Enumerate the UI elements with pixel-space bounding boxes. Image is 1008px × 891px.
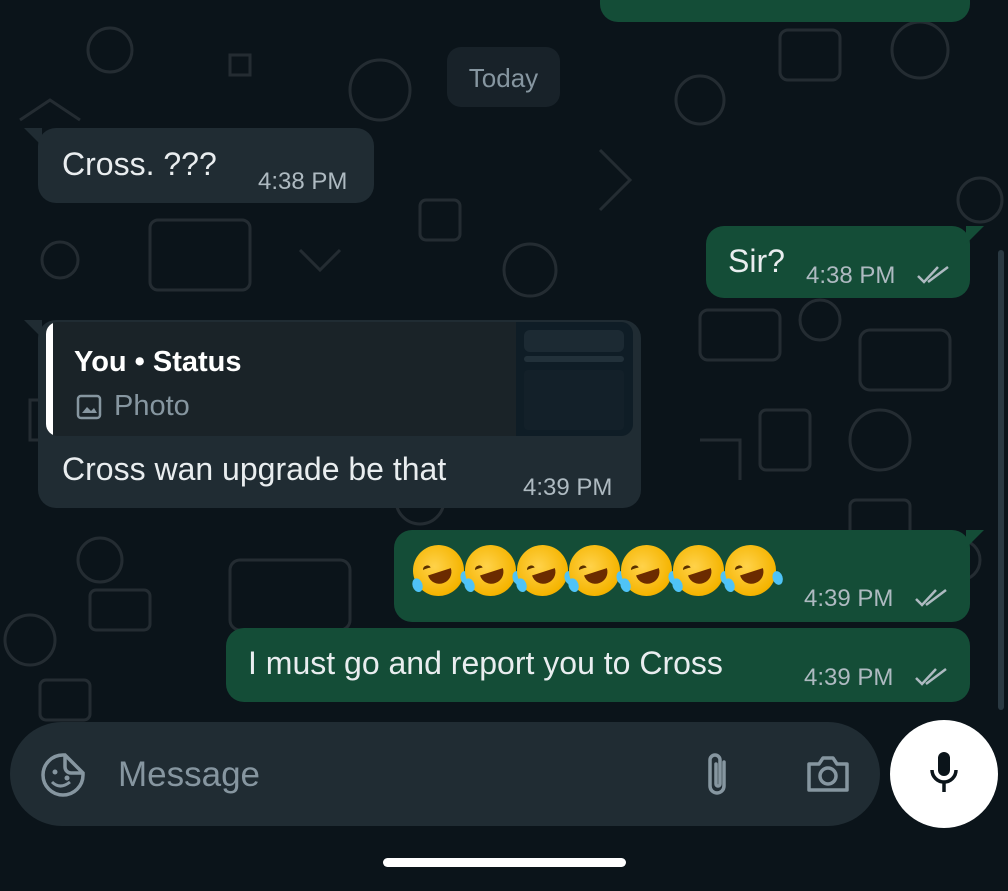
rofl-emoji-icon [614, 538, 681, 603]
quote-accent-bar [46, 322, 53, 436]
quoted-status-preview[interactable]: You • Status Photo [46, 322, 633, 436]
message-time: 4:39 PM [523, 474, 613, 501]
quote-title: You • Status [74, 346, 242, 378]
message-time: 4:38 PM [806, 262, 896, 289]
sticker-icon[interactable] [40, 752, 86, 798]
status-thumbnail [516, 322, 633, 436]
scrollbar[interactable] [998, 250, 1004, 710]
bubble-tail [966, 530, 984, 548]
rofl-emoji-icon [510, 538, 577, 603]
image-icon [76, 394, 102, 420]
message-time: 4:39 PM [804, 585, 894, 612]
message-time: 4:38 PM [258, 168, 348, 195]
message-time: 4:39 PM [804, 664, 894, 691]
rofl-emoji-icon [718, 538, 785, 603]
read-receipt-icon [917, 266, 949, 284]
date-divider: Today [447, 47, 560, 107]
message-text: Sir? [728, 243, 785, 279]
read-receipt-icon [915, 589, 947, 607]
quote-subtitle: Photo [114, 390, 190, 422]
home-indicator[interactable] [383, 858, 626, 867]
camera-icon[interactable] [805, 754, 851, 794]
message-bubble-partial[interactable] [600, 0, 970, 22]
rofl-emoji-icon [458, 538, 525, 603]
message-text: I must go and report you to Cross [248, 645, 723, 681]
message-composer[interactable]: Message [10, 722, 880, 826]
message-bubble-outgoing[interactable]: Sir? 4:38 PM [706, 226, 970, 298]
mic-icon [930, 752, 958, 792]
paperclip-icon[interactable] [700, 750, 736, 798]
date-divider-label: Today [468, 63, 539, 93]
message-text: Cross wan upgrade be that [62, 451, 447, 487]
bubble-tail [966, 226, 984, 244]
rofl-emoji-icon [562, 538, 629, 603]
message-bubble-outgoing[interactable]: I must go and report you to Cross 4:39 P… [226, 628, 970, 702]
message-text: Cross. ??? [62, 146, 217, 182]
voice-record-button[interactable] [890, 720, 998, 828]
read-receipt-icon [915, 668, 947, 686]
rofl-emoji-icon [666, 538, 733, 603]
emoji-row [406, 538, 785, 603]
message-input[interactable]: Message [118, 755, 260, 795]
message-bubble-incoming[interactable]: Cross. ??? 4:38 PM [38, 128, 374, 203]
rofl-emoji-icon [406, 538, 473, 603]
